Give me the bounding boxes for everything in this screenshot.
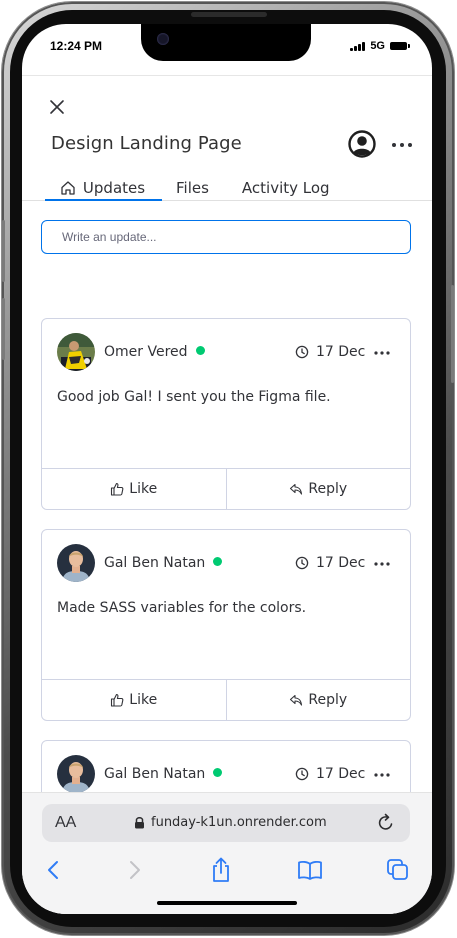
update-author: Omer Vered [104, 344, 205, 360]
side-button [451, 285, 454, 383]
reload-button[interactable] [376, 813, 396, 833]
like-button[interactable]: Like [42, 680, 226, 720]
bookmarks-button[interactable] [295, 855, 325, 885]
update-author: Gal Ben Natan [104, 766, 223, 782]
reply-label: Reply [308, 692, 348, 708]
update-text: Made SASS variables for the colors. [57, 600, 307, 616]
network-label: 5G [370, 40, 385, 52]
like-button[interactable]: Like [42, 469, 226, 509]
status-indicators: 5G [350, 40, 410, 52]
battery-icon [390, 42, 410, 50]
back-icon [48, 861, 58, 879]
forward-icon [130, 861, 140, 879]
tab-updates[interactable]: Updates [44, 174, 161, 202]
tabs-icon [387, 859, 408, 880]
author-name: Gal Ben Natan [104, 555, 206, 571]
thumbs-up-icon [111, 693, 124, 707]
tab-activity-log[interactable]: Activity Log [242, 174, 330, 202]
clock-icon [295, 345, 309, 359]
lock-icon [135, 817, 144, 829]
more-icon [392, 143, 412, 147]
board-menu-button[interactable] [390, 134, 414, 156]
update-card: Omer Vered 17 Dec Good job Gal! I sent y… [41, 318, 411, 510]
user-avatar-icon [348, 130, 376, 158]
tab-files[interactable]: Files [176, 174, 209, 202]
phone-screen: 12:24 PM 5G Design Landing Page Updates … [22, 24, 432, 914]
tab-activity-log-label: Activity Log [241, 179, 330, 197]
update-time: 17 Dec [295, 766, 365, 782]
online-status-dot [195, 346, 205, 355]
volume-down-button [2, 298, 5, 360]
reply-icon [290, 483, 303, 495]
update-time: 17 Dec [295, 555, 365, 571]
reply-button[interactable]: Reply [225, 469, 411, 509]
close-icon [50, 100, 64, 114]
reply-button[interactable]: Reply [225, 680, 411, 720]
more-icon [374, 562, 390, 566]
browser-toolbar: AA funday-k1un.onrender.com [22, 792, 432, 914]
user-avatar-button[interactable] [348, 130, 376, 158]
tabs-button[interactable] [383, 855, 413, 885]
active-tab-indicator [45, 199, 162, 201]
reload-icon [378, 813, 393, 830]
update-time: 17 Dec [295, 344, 365, 360]
signal-icon [350, 41, 366, 51]
update-actions: Like Reply [42, 468, 410, 509]
avatar [57, 333, 95, 371]
home-icon [61, 181, 75, 195]
bookmarks-icon [298, 860, 322, 880]
update-date: 17 Dec [316, 555, 366, 571]
tab-bar: Updates Files Activity Log [44, 174, 330, 202]
notch [141, 24, 311, 61]
like-label: Like [129, 692, 158, 708]
back-button[interactable] [38, 855, 68, 885]
avatar [57, 544, 95, 582]
browser-nav [22, 853, 432, 887]
update-date: 17 Dec [316, 344, 366, 360]
author-name: Gal Ben Natan [104, 766, 206, 782]
reply-label: Reply [308, 481, 348, 497]
update-author: Gal Ben Natan [104, 555, 223, 571]
update-menu-button[interactable] [372, 767, 392, 783]
like-label: Like [129, 481, 158, 497]
more-icon [374, 351, 390, 355]
address-bar[interactable]: AA funday-k1un.onrender.com [42, 804, 410, 842]
close-button[interactable] [46, 96, 68, 118]
tab-files-label: Files [176, 179, 209, 197]
text-size-button[interactable]: AA [55, 814, 76, 832]
clock-icon [295, 556, 309, 570]
header-divider [22, 75, 432, 76]
forward-button[interactable] [120, 855, 150, 885]
front-camera [157, 33, 169, 45]
share-icon [213, 857, 229, 882]
url-display: funday-k1un.onrender.com [134, 815, 327, 830]
home-indicator[interactable] [157, 901, 297, 905]
update-menu-button[interactable] [372, 556, 392, 572]
thumbs-up-icon [111, 482, 124, 496]
update-input[interactable] [41, 220, 411, 254]
update-card: Gal Ben Natan 17 Dec Made SASS variables… [41, 529, 411, 721]
author-name: Omer Vered [104, 344, 188, 360]
reply-icon [290, 694, 303, 706]
board-title: Design Landing Page [51, 133, 242, 154]
online-status-dot [213, 557, 223, 566]
avatar [57, 755, 95, 793]
update-menu-button[interactable] [372, 345, 392, 361]
online-status-dot [213, 768, 223, 777]
status-time: 12:24 PM [50, 39, 103, 53]
speaker-slot [191, 12, 267, 17]
update-actions: Like Reply [42, 679, 410, 720]
volume-up-button [2, 220, 5, 282]
update-date: 17 Dec [316, 766, 366, 782]
tab-updates-label: Updates [82, 179, 146, 197]
clock-icon [295, 767, 309, 781]
more-icon [374, 773, 390, 777]
update-text: Good job Gal! I sent you the Figma file. [57, 389, 331, 405]
url-text: funday-k1un.onrender.com [151, 815, 327, 830]
share-button[interactable] [206, 855, 236, 885]
